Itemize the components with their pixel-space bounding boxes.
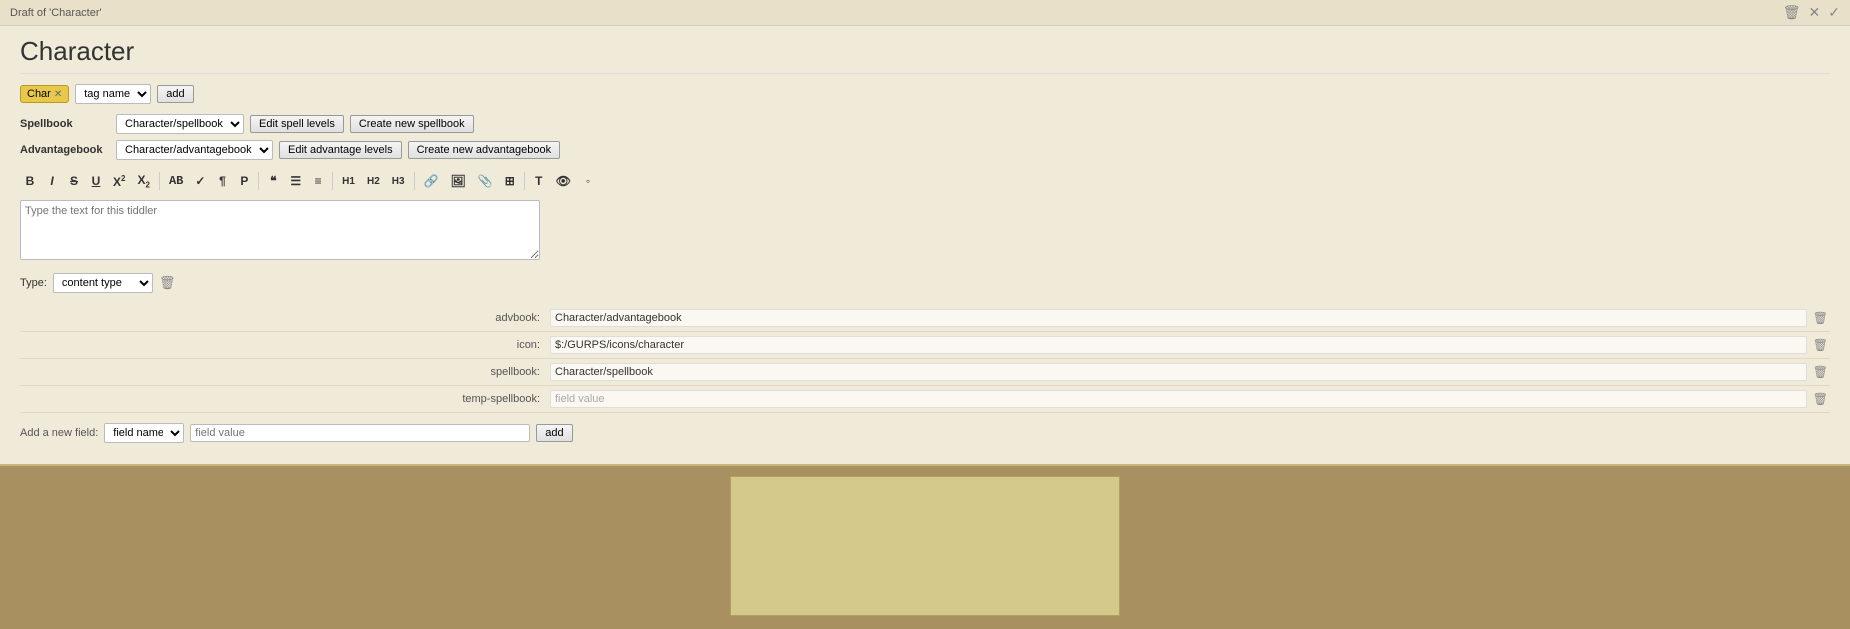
edit-advantage-levels-button[interactable]: Edit advantage levels [279,141,402,159]
type-select[interactable]: content type [53,273,153,293]
field-value-icon[interactable] [550,336,1807,354]
text-color-button[interactable]: T [529,171,549,191]
bottom-inner-panel [730,476,1120,616]
top-bar: Draft of 'Character' 🗑 ✕ ✓ [0,0,1850,26]
h2-button[interactable]: H2 [362,173,385,190]
add-tag-button[interactable]: add [157,85,193,103]
superscript-button[interactable]: X2 [108,171,130,192]
format-button[interactable]: Ρ [234,171,254,191]
bold-button[interactable]: B [20,171,40,191]
editor-toolbar: B I S U X2 X2 AB ✓ ¶ Ρ ❝ ☰ ≡ H1 H2 H3 🔗 … [20,166,1830,196]
link-button[interactable]: 🔗 [419,171,444,191]
tag-chip-label: Char [27,88,51,100]
field-value-advbook[interactable] [550,309,1807,327]
field-label-spellbook: spellbook: [20,366,550,378]
quote-button[interactable]: ❝ [263,171,283,191]
page-title: Character [20,36,134,67]
create-advantagebook-button[interactable]: Create new advantagebook [408,141,561,159]
page-title-row: Character [20,36,1830,74]
confirm-icon[interactable]: ✓ [1828,4,1840,21]
image-button[interactable]: 🖼 [446,171,471,191]
spellbook-row: Spellbook Character/spellbook Edit spell… [20,114,1830,134]
type-label: Type: [20,277,47,289]
toolbar-separator-4 [414,172,415,190]
para-button[interactable]: ¶ [212,171,232,191]
table-button[interactable]: ⊞ [500,171,520,191]
tag-remove-icon[interactable]: ✕ [54,89,62,100]
toolbar-separator-5 [524,172,525,190]
advantagebook-select[interactable]: Character/advantagebook [116,140,273,160]
h3-button[interactable]: H3 [387,173,410,190]
list-unordered-button[interactable]: ☰ [285,171,306,191]
top-bar-actions: 🗑 ✕ ✓ [1783,4,1840,21]
close-icon[interactable]: ✕ [1809,4,1821,21]
field-row-spellbook: spellbook: 🗑 [20,363,1830,386]
list-ordered-button[interactable]: ≡ [308,171,328,191]
monospace-button[interactable]: AB [164,171,188,191]
field-value-spellbook[interactable] [550,363,1807,381]
field-row-icon: icon: 🗑 [20,336,1830,359]
field-row-temp-spellbook: temp-spellbook: 🗑 [20,390,1830,413]
underline-button[interactable]: U [86,171,106,191]
field-label-temp-spellbook: temp-spellbook: [20,393,550,405]
check-button[interactable]: ✓ [190,171,210,191]
italic-button[interactable]: I [42,171,62,191]
toolbar-separator-2 [258,172,259,190]
add-field-row: Add a new field: field name add [20,423,1830,443]
spellbook-label: Spellbook [20,118,110,130]
field-delete-advbook[interactable]: 🗑 [1811,309,1830,327]
edit-spell-levels-button[interactable]: Edit spell levels [250,115,344,133]
delete-icon[interactable]: 🗑 [1783,4,1801,21]
insert-button[interactable]: 📎 [473,171,498,191]
field-label-advbook: advbook: [20,312,550,324]
field-value-temp-spellbook[interactable] [550,390,1807,408]
tag-name-select[interactable]: tag name [75,84,151,104]
text-area-wrapper [20,200,1830,263]
field-row-advbook: advbook: 🗑 [20,309,1830,332]
draft-label: Draft of 'Character' [10,7,102,19]
strikethrough-button[interactable]: S [64,171,84,191]
toolbar-separator-1 [159,172,160,190]
visibility-button[interactable]: 👁 [551,171,576,191]
tiddler-textarea[interactable] [20,200,540,260]
more-button[interactable]: ◦ [578,171,598,191]
field-label-icon: icon: [20,339,550,351]
bottom-area [0,466,1850,629]
tag-chip-char[interactable]: Char ✕ [20,85,69,103]
create-spellbook-button[interactable]: Create new spellbook [350,115,474,133]
type-delete-button[interactable]: 🗑 [159,275,176,291]
add-field-button[interactable]: add [536,424,572,442]
h1-button[interactable]: H1 [337,173,360,190]
advantagebook-label: Advantagebook [20,144,110,156]
field-value-new-input[interactable] [190,424,530,442]
field-delete-temp-spellbook[interactable]: 🗑 [1811,390,1830,408]
add-field-label: Add a new field: [20,427,98,439]
spellbook-select[interactable]: Character/spellbook [116,114,244,134]
field-delete-spellbook[interactable]: 🗑 [1811,363,1830,381]
tags-row: Char ✕ tag name add [20,84,1830,104]
advantagebook-row: Advantagebook Character/advantagebook Ed… [20,140,1830,160]
field-name-select[interactable]: field name [104,423,184,443]
field-delete-icon[interactable]: 🗑 [1811,336,1830,354]
type-row: Type: content type 🗑 [20,273,1830,293]
main-area: Character Char ✕ tag name add Spellbook … [0,26,1850,466]
subscript-button[interactable]: X2 [132,170,154,192]
toolbar-separator-3 [332,172,333,190]
fields-section: advbook: 🗑 icon: 🗑 spellbook: 🗑 temp-spe… [20,309,1830,443]
